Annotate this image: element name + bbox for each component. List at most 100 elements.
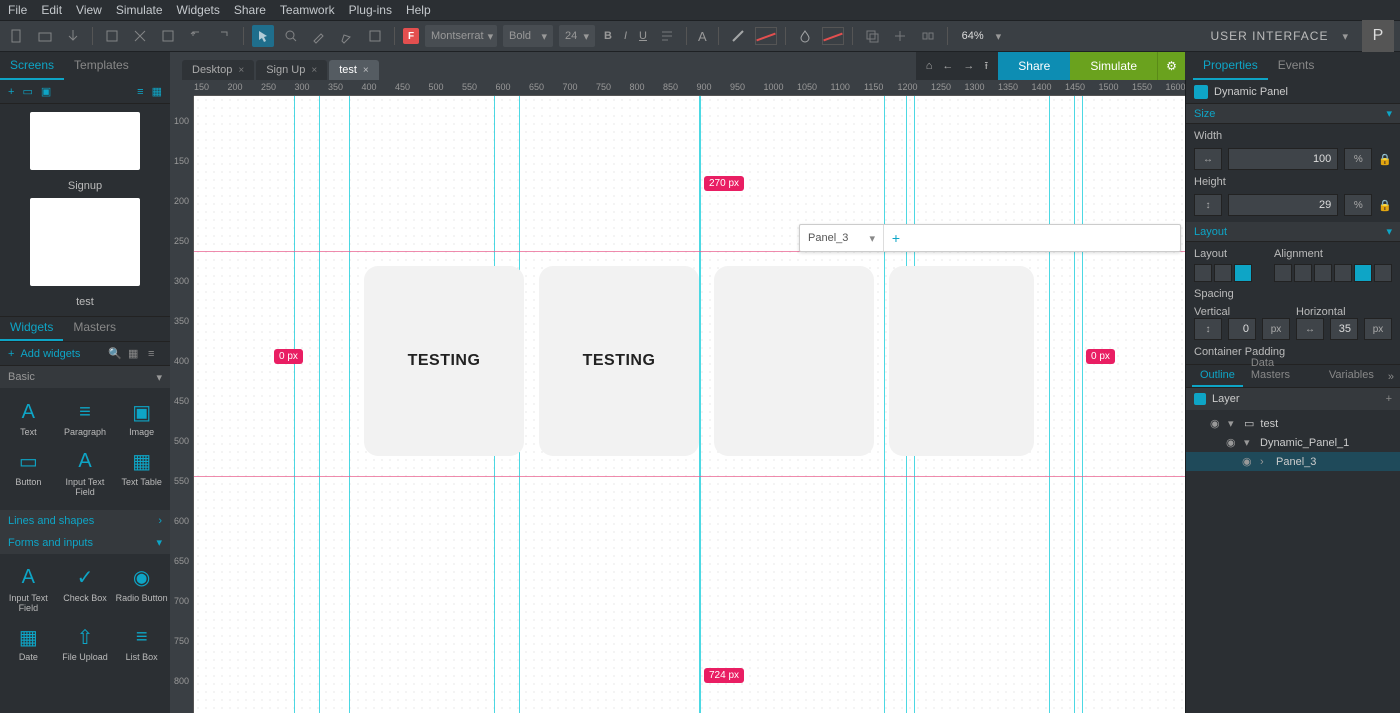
home-icon[interactable]: ⌂ [926, 60, 933, 72]
menu-view[interactable]: View [76, 3, 102, 17]
add-widgets-button[interactable]: Add widgets [20, 348, 80, 360]
align-middle-button[interactable] [1354, 264, 1372, 282]
card-testing-1[interactable]: TESTING [364, 266, 524, 456]
add-screen-icon[interactable]: + [8, 86, 14, 98]
card-testing-2[interactable]: TESTING [539, 266, 699, 456]
canvas[interactable]: 270 px 0 px 0 px 724 px TESTING TESTING … [194, 96, 1185, 713]
tab-widgets[interactable]: Widgets [0, 315, 63, 341]
avatar[interactable]: P [1362, 20, 1394, 52]
h-spacing-input[interactable]: 35 [1330, 318, 1358, 340]
fill-icon[interactable] [794, 25, 816, 47]
height-unit-select[interactable]: % [1344, 194, 1372, 216]
section-lines[interactable]: Lines and shapes› [0, 510, 170, 532]
align-bottom-button[interactable] [1374, 264, 1392, 282]
section-basic[interactable]: Basic▾ [0, 366, 170, 388]
share-button[interactable]: Share [998, 52, 1070, 80]
tab-data-masters[interactable]: Data Masters [1243, 353, 1321, 387]
search-icon[interactable]: 🔍 [108, 347, 122, 360]
italic-icon[interactable]: I [621, 27, 630, 45]
pen-tool-icon[interactable] [336, 25, 358, 47]
section-size[interactable]: Size▾ [1186, 104, 1400, 124]
undo-icon[interactable] [185, 25, 207, 47]
menu-plugins[interactable]: Plug-ins [349, 3, 392, 17]
back-icon[interactable]: ← [942, 60, 953, 72]
fill-swatch[interactable] [822, 27, 844, 45]
section-forms[interactable]: Forms and inputs▾ [0, 532, 170, 554]
copy-icon[interactable] [129, 25, 151, 47]
expand-icon[interactable]: ▾ [1228, 417, 1238, 430]
canvas-tab-desktop[interactable]: Desktop× [182, 60, 254, 80]
duplicate-icon[interactable]: ▭ [22, 85, 32, 98]
close-icon[interactable]: × [238, 65, 244, 76]
widget-image[interactable]: ▣Image [113, 394, 170, 444]
tab-screens[interactable]: Screens [0, 52, 64, 80]
underline-icon[interactable]: U [636, 27, 650, 45]
new-file-icon[interactable] [6, 25, 28, 47]
tab-masters[interactable]: Masters [63, 315, 126, 341]
card-empty-3[interactable] [714, 266, 874, 456]
font-weight-select[interactable]: Bold▾ [503, 25, 553, 47]
panel-selector-bar[interactable]: Panel_3▾ + [799, 224, 1181, 252]
add-panel-icon[interactable]: + [884, 230, 908, 246]
highlight-icon[interactable] [308, 25, 330, 47]
cut-icon[interactable] [101, 25, 123, 47]
close-icon[interactable]: × [311, 65, 317, 76]
widget-listbox[interactable]: ≡List Box [113, 619, 170, 669]
open-icon[interactable] [34, 25, 56, 47]
distribute-icon[interactable] [917, 25, 939, 47]
order-icon[interactable] [861, 25, 883, 47]
tab-variables[interactable]: Variables [1321, 365, 1382, 387]
more-icon[interactable]: » [1382, 367, 1400, 387]
widget-paragraph[interactable]: ≡Paragraph [57, 394, 114, 444]
card-empty-4[interactable] [889, 266, 1034, 456]
layout-vert-button[interactable] [1214, 264, 1232, 282]
grid-view-icon[interactable]: ▦ [128, 347, 142, 360]
menu-file[interactable]: File [8, 3, 27, 17]
bold-icon[interactable]: B [601, 27, 615, 45]
menu-widgets[interactable]: Widgets [177, 3, 220, 17]
simulate-button[interactable]: Simulate [1070, 52, 1157, 80]
align-left-button[interactable] [1274, 264, 1292, 282]
paste-icon[interactable] [157, 25, 179, 47]
width-handle-icon[interactable]: ↔ [1194, 148, 1222, 170]
expand-icon[interactable]: ▾ [1244, 436, 1254, 449]
text-color-icon[interactable]: A [695, 26, 710, 47]
tree-row-dynamic-panel[interactable]: ◉▾Dynamic_Panel_1 [1186, 433, 1400, 452]
simulate-settings-icon[interactable]: ⚙ [1157, 52, 1185, 80]
widget-radio[interactable]: ◉Radio Button [113, 560, 170, 620]
visibility-icon[interactable]: ◉ [1242, 455, 1254, 468]
tab-events[interactable]: Events [1268, 52, 1325, 80]
tab-properties[interactable]: Properties [1193, 52, 1268, 80]
menu-teamwork[interactable]: Teamwork [280, 3, 335, 17]
tree-row-test[interactable]: ◉▾▭test [1186, 414, 1400, 433]
canvas-area[interactable]: 1502002503003504004505005506006507007508… [170, 80, 1185, 713]
font-family-select[interactable]: Montserrat▾ [425, 25, 497, 47]
align-right-button[interactable] [1314, 264, 1332, 282]
panel-select-dropdown[interactable]: Panel_3▾ [800, 225, 884, 251]
align-center-button[interactable] [1294, 264, 1312, 282]
h-spacing-handle[interactable]: ↔ [1296, 318, 1324, 340]
layout-free-button[interactable] [1194, 264, 1212, 282]
width-input[interactable]: 100 [1228, 148, 1338, 170]
widget-date[interactable]: ▦Date [0, 619, 57, 669]
lock-icon[interactable]: 🔒 [1378, 153, 1392, 166]
visibility-icon[interactable]: ◉ [1210, 417, 1222, 430]
tab-templates[interactable]: Templates [64, 52, 139, 80]
height-input[interactable]: 29 [1228, 194, 1338, 216]
add-layer-icon[interactable]: + [1386, 393, 1392, 405]
v-spacing-input[interactable]: 0 [1228, 318, 1256, 340]
menu-help[interactable]: Help [406, 3, 431, 17]
align-icon[interactable] [656, 25, 678, 47]
visibility-icon[interactable]: ◉ [1226, 436, 1238, 449]
stroke-swatch[interactable] [755, 27, 777, 45]
zoom-level[interactable]: 64% [962, 30, 984, 42]
layout-horiz-button[interactable] [1234, 264, 1252, 282]
canvas-tab-signup[interactable]: Sign Up× [256, 60, 327, 80]
widget-text[interactable]: AText [0, 394, 57, 444]
screen-thumb-signup[interactable] [30, 112, 140, 170]
forward-icon[interactable]: → [963, 60, 974, 72]
widget-button[interactable]: ▭Button [0, 444, 57, 504]
menu-share[interactable]: Share [234, 3, 266, 17]
widget-input-text[interactable]: AInput Text Field [57, 444, 114, 504]
widget-checkbox[interactable]: ✓Check Box [57, 560, 114, 620]
